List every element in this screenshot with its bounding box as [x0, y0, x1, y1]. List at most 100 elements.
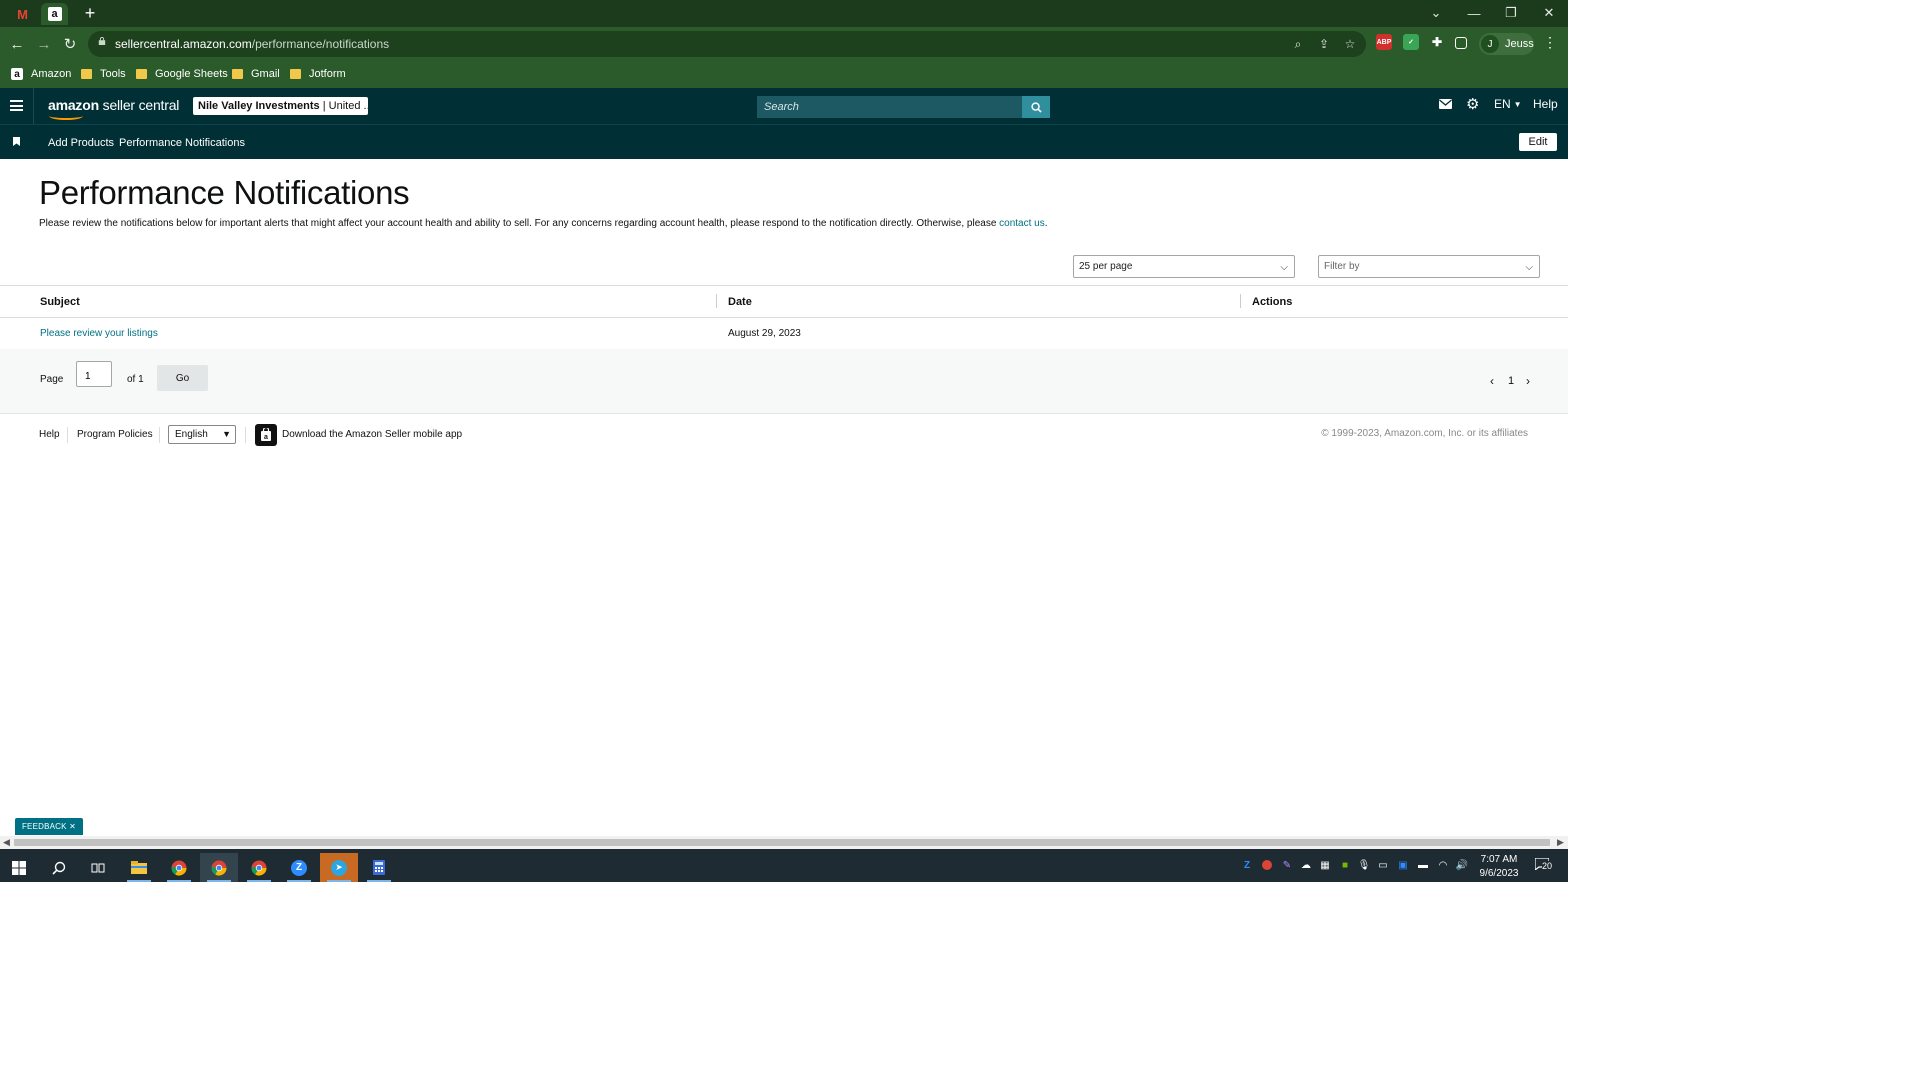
pen-tray-icon[interactable]: ✎: [1280, 858, 1294, 872]
edit-button[interactable]: Edit: [1519, 133, 1557, 151]
folder-icon: [232, 69, 243, 79]
account-switcher[interactable]: Nile Valley Investments | United ...: [193, 97, 368, 115]
pagination: Page of 1 Go ‹ 1 ›: [0, 349, 1568, 414]
footer-program-policies-link[interactable]: Program Policies: [77, 429, 153, 440]
calculator-icon[interactable]: [360, 853, 398, 882]
column-date[interactable]: Date: [728, 296, 752, 308]
notifications-table: Subject Date Actions Please review your …: [0, 285, 1568, 350]
column-subject[interactable]: Subject: [40, 296, 80, 308]
microphone-icon[interactable]: 🎙: [1357, 858, 1371, 872]
folder-icon: [136, 69, 147, 79]
network-app-icon[interactable]: ▣: [1396, 858, 1410, 872]
notification-subject-link[interactable]: Please review your listings: [40, 328, 158, 339]
adblock-plus-icon[interactable]: ABP: [1376, 34, 1392, 50]
close-window-button[interactable]: ✕: [1535, 3, 1563, 23]
profile-name: Jeuss: [1505, 38, 1534, 50]
menu-icon[interactable]: [10, 100, 23, 111]
page-footer: Help Program Policies English ▼ a Downloa…: [0, 414, 1568, 454]
nav-add-products[interactable]: Add Products: [48, 137, 114, 149]
search-input[interactable]: [757, 96, 1022, 118]
zoom-tray-icon[interactable]: Z: [1240, 858, 1254, 872]
search-button[interactable]: [1022, 96, 1050, 118]
volume-icon[interactable]: 🔊: [1455, 858, 1469, 872]
chrome-tray-icon[interactable]: [1260, 858, 1274, 872]
display-tray-icon[interactable]: ▦: [1318, 858, 1332, 872]
feedback-button[interactable]: FEEDBACK ✕: [15, 818, 83, 835]
previous-page-icon[interactable]: ‹: [1490, 374, 1494, 388]
tab-search-chevron-icon[interactable]: ⌄: [1422, 3, 1450, 23]
copyright: © 1999-2023, Amazon.com, Inc. or its aff…: [1321, 428, 1528, 439]
address-bar[interactable]: sellercentral.amazon.com/performance/not…: [88, 31, 1366, 57]
go-button[interactable]: Go: [157, 365, 208, 391]
bookmark-gmail[interactable]: Gmail: [232, 66, 280, 82]
contact-us-link[interactable]: contact us: [999, 218, 1045, 229]
extensions-puzzle-icon[interactable]: ✚: [1429, 34, 1445, 50]
device-tray-icon[interactable]: ▭: [1376, 858, 1390, 872]
wifi-icon[interactable]: ◠: [1436, 858, 1450, 872]
chrome-profile-icon[interactable]: [200, 853, 238, 882]
browser-menu-icon[interactable]: ⋮: [1543, 34, 1557, 54]
scroll-left-icon[interactable]: ◀: [3, 837, 10, 848]
reload-button[interactable]: ↻: [59, 33, 81, 55]
column-actions: Actions: [1252, 296, 1293, 308]
page-title: Performance Notifications: [39, 174, 410, 211]
notification-center-icon[interactable]: 20: [1535, 857, 1555, 873]
back-button[interactable]: ←: [6, 33, 28, 55]
browser-tab-bar: M a + ⌄ — ❐ ✕: [0, 0, 1568, 27]
next-page-icon[interactable]: ›: [1526, 374, 1530, 388]
scrollbar-thumb[interactable]: [14, 839, 1550, 846]
chevron-down-icon: ⌵: [1280, 262, 1288, 273]
forward-button[interactable]: →: [33, 33, 55, 55]
system-clock[interactable]: 7:07 AM 9/6/2023: [1474, 853, 1524, 881]
seller-central-logo[interactable]: amazon seller central: [48, 97, 179, 120]
footer-help-link[interactable]: Help: [39, 429, 60, 440]
telegram-icon[interactable]: ➤: [320, 853, 358, 882]
onedrive-icon[interactable]: ☁: [1299, 858, 1313, 872]
shield-extension-icon[interactable]: ✓: [1403, 34, 1419, 50]
divider: [245, 427, 246, 443]
horizontal-scrollbar[interactable]: ◀ ▶: [0, 836, 1568, 849]
windows-start-icon[interactable]: [0, 853, 38, 882]
profile-button[interactable]: J Jeuss: [1479, 33, 1534, 55]
page-number-input[interactable]: [76, 361, 112, 387]
caret-down-icon: ▼: [1513, 99, 1522, 109]
filter-select[interactable]: Filter by ⌵: [1318, 255, 1540, 278]
nvidia-icon[interactable]: ■: [1338, 858, 1352, 872]
file-explorer-icon[interactable]: [120, 853, 158, 882]
battery-icon[interactable]: ▬: [1416, 858, 1430, 872]
share-icon[interactable]: ⇪: [1315, 35, 1333, 53]
download-app-link[interactable]: Download the Amazon Seller mobile app: [282, 429, 462, 440]
tab-gmail[interactable]: M: [9, 3, 36, 25]
bookmark-amazon[interactable]: a Amazon: [11, 66, 71, 82]
footer-language-select[interactable]: English ▼: [168, 425, 236, 444]
search-icon: [1030, 101, 1042, 113]
folder-icon: [290, 69, 301, 79]
zoom-icon[interactable]: ⌕: [1289, 35, 1307, 53]
bookmark-jotform[interactable]: Jotform: [290, 66, 346, 82]
new-tab-button[interactable]: +: [80, 3, 100, 23]
chrome-profile-icon[interactable]: [240, 853, 278, 882]
zoom-app-icon[interactable]: Z: [280, 853, 318, 882]
tab-amazon-seller-central[interactable]: a: [41, 3, 68, 25]
restore-button[interactable]: ❐: [1497, 3, 1525, 23]
close-icon[interactable]: ✕: [69, 822, 76, 831]
scroll-right-icon[interactable]: ▶: [1557, 837, 1564, 848]
mail-icon[interactable]: [1439, 99, 1452, 109]
current-page-number[interactable]: 1: [1508, 375, 1514, 387]
help-link[interactable]: Help: [1533, 97, 1558, 111]
side-panel-icon[interactable]: [1455, 37, 1467, 49]
chrome-icon[interactable]: [160, 853, 198, 882]
language-selector[interactable]: EN ▼: [1494, 97, 1522, 111]
bookmark-star-icon[interactable]: ☆: [1341, 35, 1359, 53]
minimize-button[interactable]: —: [1460, 3, 1488, 23]
bookmark-icon[interactable]: [13, 137, 20, 146]
bookmark-google-sheets[interactable]: Google Sheets: [136, 66, 228, 82]
search-icon[interactable]: [40, 853, 78, 882]
bookmark-tools[interactable]: Tools: [81, 66, 126, 82]
folder-icon: [81, 69, 92, 79]
per-page-select[interactable]: 25 per page ⌵: [1073, 255, 1295, 278]
nav-performance-notifications[interactable]: Performance Notifications: [119, 137, 245, 149]
settings-gear-icon[interactable]: ⚙: [1466, 95, 1479, 113]
seller-app-icon[interactable]: a: [255, 424, 277, 446]
task-view-icon[interactable]: [79, 853, 117, 882]
